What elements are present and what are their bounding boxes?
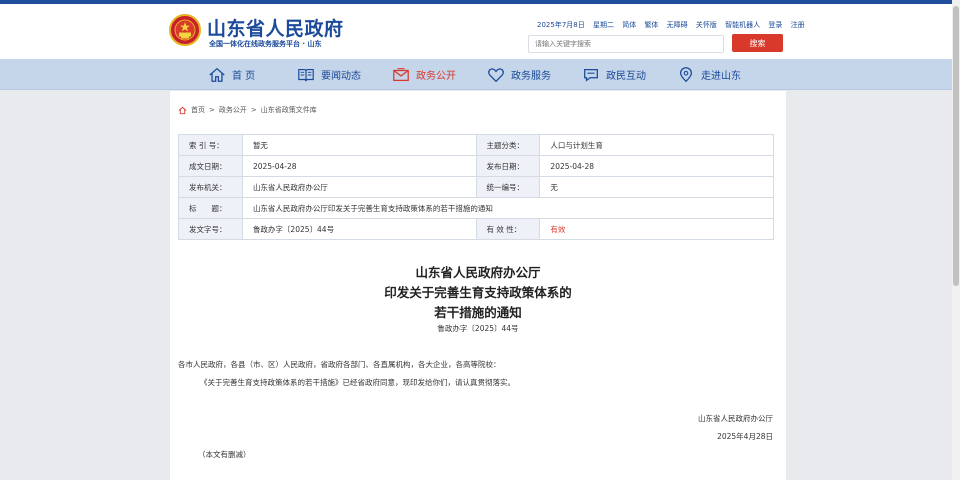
meta-value: 暂无 — [241, 134, 477, 156]
document-signature: 山东省人民政府办公厅 — [698, 414, 773, 423]
table-row: 索 引 号： 暂无 主题分类： 人口与计划生育 — [178, 134, 774, 156]
mail-icon — [393, 67, 409, 81]
main-nav: 首 页 要闻动态 政务公开 政务服务 政民互动 走进山东 — [0, 59, 960, 90]
nav-label: 走进山东 — [701, 71, 741, 82]
table-row: 发布机关： 山东省人民政府办公厅 统一编号： 无 — [178, 176, 774, 198]
nav-label: 首 页 — [232, 71, 256, 82]
breadcrumb-separator: > — [209, 106, 215, 114]
meta-label: 标 题： — [178, 197, 243, 219]
meta-label: 发布日期： — [475, 155, 541, 177]
chat-icon — [584, 68, 598, 82]
document-recipients: 各市人民政府，各县（市、区）人民政府，省政府各部门、各直属机构，各大企业，各高等… — [178, 360, 501, 369]
scrollbar-thumb[interactable] — [953, 6, 959, 286]
page-scrollbar[interactable] — [952, 0, 960, 480]
util-accessibility-link[interactable]: 无障碍 — [667, 21, 688, 29]
site-subtitle: 全国一体化在线政务服务平台 · 山东 — [209, 40, 322, 48]
meta-label: 索 引 号： — [178, 134, 243, 156]
home-icon — [178, 106, 187, 114]
util-traditional-link[interactable]: 繁体 — [644, 21, 658, 29]
heart-icon — [488, 67, 504, 82]
nav-label: 要闻动态 — [321, 71, 361, 82]
book-icon — [298, 68, 314, 81]
utility-links: 2025年7月8日 星期二 简体 繁体 无障碍 关怀版 智能机器人 登录 注册 — [537, 20, 811, 30]
meta-value: 鲁政办字〔2025〕44号 — [241, 218, 477, 240]
nav-label: 政务服务 — [511, 71, 551, 82]
table-row: 成文日期： 2025-04-28 发布日期： 2025-04-28 — [178, 155, 774, 177]
home-icon — [209, 67, 225, 82]
location-icon — [679, 66, 693, 82]
meta-value: 山东省人民政府办公厅印发关于完善生育支持政策体系的若干措施的通知 — [241, 197, 775, 219]
search-input[interactable] — [528, 35, 724, 53]
document-note: （本文有删减） — [198, 450, 251, 459]
meta-label: 有 效 性： — [475, 218, 541, 240]
nav-label: 政民互动 — [606, 71, 646, 82]
meta-label: 主题分类： — [475, 134, 541, 156]
meta-value: 2025-04-28 — [539, 155, 774, 177]
nav-item-news[interactable]: 要闻动态 — [297, 59, 361, 90]
main-content: 首页 > 政务公开 > 山东省政策文件库 索 引 号： 暂无 主题分类： 人口与… — [170, 91, 786, 480]
meta-value: 人口与计划生育 — [539, 134, 774, 156]
document-date: 2025年4月28日 — [717, 432, 773, 441]
table-row: 发文字号： 鲁政办字〔2025〕44号 有 效 性： 有效 — [178, 218, 774, 240]
document-meta-table: 索 引 号： 暂无 主题分类： 人口与计划生育 成文日期： 2025-04-28… — [178, 134, 775, 240]
nav-item-services[interactable]: 政务服务 — [487, 59, 551, 90]
meta-value: 2025-04-28 — [241, 155, 477, 177]
meta-value: 无 — [539, 176, 774, 198]
site-title[interactable]: 山东省人民政府 — [207, 14, 344, 41]
meta-label: 发布机关： — [178, 176, 243, 198]
meta-label: 统一编号： — [475, 176, 541, 198]
document-number: 鲁政办字〔2025〕44号 — [437, 324, 519, 333]
meta-label: 成文日期： — [178, 155, 243, 177]
table-row: 标 题： 山东省人民政府办公厅印发关于完善生育支持政策体系的若干措施的通知 — [178, 197, 775, 219]
validity-status: 有效 — [539, 218, 774, 240]
document-title-line-3: 若干措施的通知 — [434, 305, 522, 320]
breadcrumb-home-link[interactable]: 首页 — [191, 105, 205, 115]
util-register-link[interactable]: 注册 — [791, 21, 805, 29]
util-login-link[interactable]: 登录 — [768, 21, 782, 29]
document-body: 《关于完善生育支持政策体系的若干措施》已经省政府同意，现印发给你们，请认真贯彻落… — [200, 378, 515, 387]
util-care-mode-link[interactable]: 关怀版 — [696, 21, 717, 29]
meta-value: 山东省人民政府办公厅 — [241, 176, 477, 198]
nav-item-home[interactable]: 首 页 — [208, 59, 255, 90]
meta-label: 发文字号： — [178, 218, 243, 240]
document-title-line-1: 山东省人民政府办公厅 — [415, 265, 541, 280]
search-button[interactable]: 搜索 — [732, 34, 783, 52]
breadcrumb-open-government-link[interactable]: 政务公开 — [219, 105, 247, 115]
util-date: 2025年7月8日 — [537, 21, 585, 29]
util-simplified-link[interactable]: 简体 — [622, 21, 636, 29]
document-title-line-2: 印发关于完善生育支持政策体系的 — [384, 285, 572, 300]
breadcrumb-separator: > — [250, 106, 257, 114]
nav-item-open-government[interactable]: 政务公开 — [392, 59, 456, 90]
breadcrumb: 首页 > 政务公开 > 山东省政策文件库 — [178, 105, 317, 115]
util-weekday: 星期二 — [592, 21, 614, 29]
site-header: 山东省人民政府 全国一体化在线政务服务平台 · 山东 2025年7月8日 星期二… — [0, 4, 960, 59]
util-robot-link[interactable]: 智能机器人 — [725, 21, 760, 29]
breadcrumb-policy-library-link[interactable]: 山东省政策文件库 — [261, 105, 317, 115]
nav-item-about-shandong[interactable]: 走进山东 — [677, 59, 741, 90]
nav-item-interaction[interactable]: 政民互动 — [582, 59, 646, 90]
national-emblem-icon[interactable] — [169, 14, 201, 46]
nav-label: 政务公开 — [416, 71, 456, 82]
